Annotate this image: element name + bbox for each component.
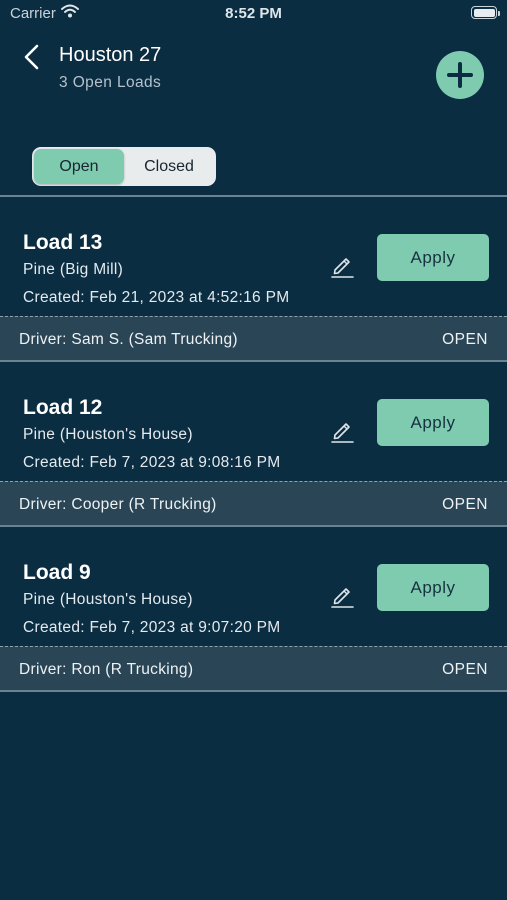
tab-open[interactable]: Open (34, 149, 124, 184)
load-card: Load 13 Pine (Big Mill) Created: Feb 21,… (0, 197, 507, 360)
page-title: Houston 27 (59, 44, 162, 66)
status-segmented-control: Open Closed (32, 147, 216, 186)
load-card: Load 9 Pine (Houston's House) Created: F… (0, 527, 507, 690)
status-badge: OPEN (442, 331, 488, 348)
status-badge: OPEN (442, 661, 488, 678)
tab-closed[interactable]: Closed (124, 149, 214, 184)
driver-label: Driver: Ron (R Trucking) (19, 661, 194, 678)
pencil-icon[interactable] (329, 583, 355, 609)
battery-icon (471, 6, 500, 19)
load-card: Load 12 Pine (Houston's House) Created: … (0, 362, 507, 525)
open-loads-count: 3 Open Loads (59, 74, 162, 91)
status-badge: OPEN (442, 496, 488, 513)
driver-label: Driver: Cooper (R Trucking) (19, 496, 217, 513)
status-bar: Carrier 8:52 PM (0, 0, 507, 28)
load-created-date: Created: Feb 7, 2023 at 9:08:16 PM (23, 454, 281, 471)
load-wood-source: Pine (Big Mill) (23, 261, 124, 278)
apply-button[interactable]: Apply (377, 399, 489, 446)
load-footer: Driver: Ron (R Trucking) OPEN (0, 646, 507, 690)
nav-header: Houston 27 3 Open Loads (0, 40, 507, 110)
apply-button[interactable]: Apply (377, 234, 489, 281)
pencil-icon[interactable] (329, 418, 355, 444)
load-title: Load 12 (23, 396, 103, 419)
back-icon[interactable] (20, 44, 44, 70)
list-divider (0, 690, 507, 692)
loads-list: Load 13 Pine (Big Mill) Created: Feb 21,… (0, 195, 507, 692)
load-footer: Driver: Sam S. (Sam Trucking) OPEN (0, 316, 507, 360)
load-wood-source: Pine (Houston's House) (23, 426, 193, 443)
load-wood-source: Pine (Houston's House) (23, 591, 193, 608)
load-title: Load 13 (23, 231, 103, 254)
pencil-icon[interactable] (329, 253, 355, 279)
driver-label: Driver: Sam S. (Sam Trucking) (19, 331, 238, 348)
apply-button[interactable]: Apply (377, 564, 489, 611)
plus-icon (447, 62, 473, 88)
clock-time: 8:52 PM (225, 5, 282, 22)
load-title: Load 9 (23, 561, 91, 584)
load-created-date: Created: Feb 7, 2023 at 9:07:20 PM (23, 619, 281, 636)
load-footer: Driver: Cooper (R Trucking) OPEN (0, 481, 507, 525)
add-load-button[interactable] (436, 51, 484, 99)
load-created-date: Created: Feb 21, 2023 at 4:52:16 PM (23, 289, 290, 306)
